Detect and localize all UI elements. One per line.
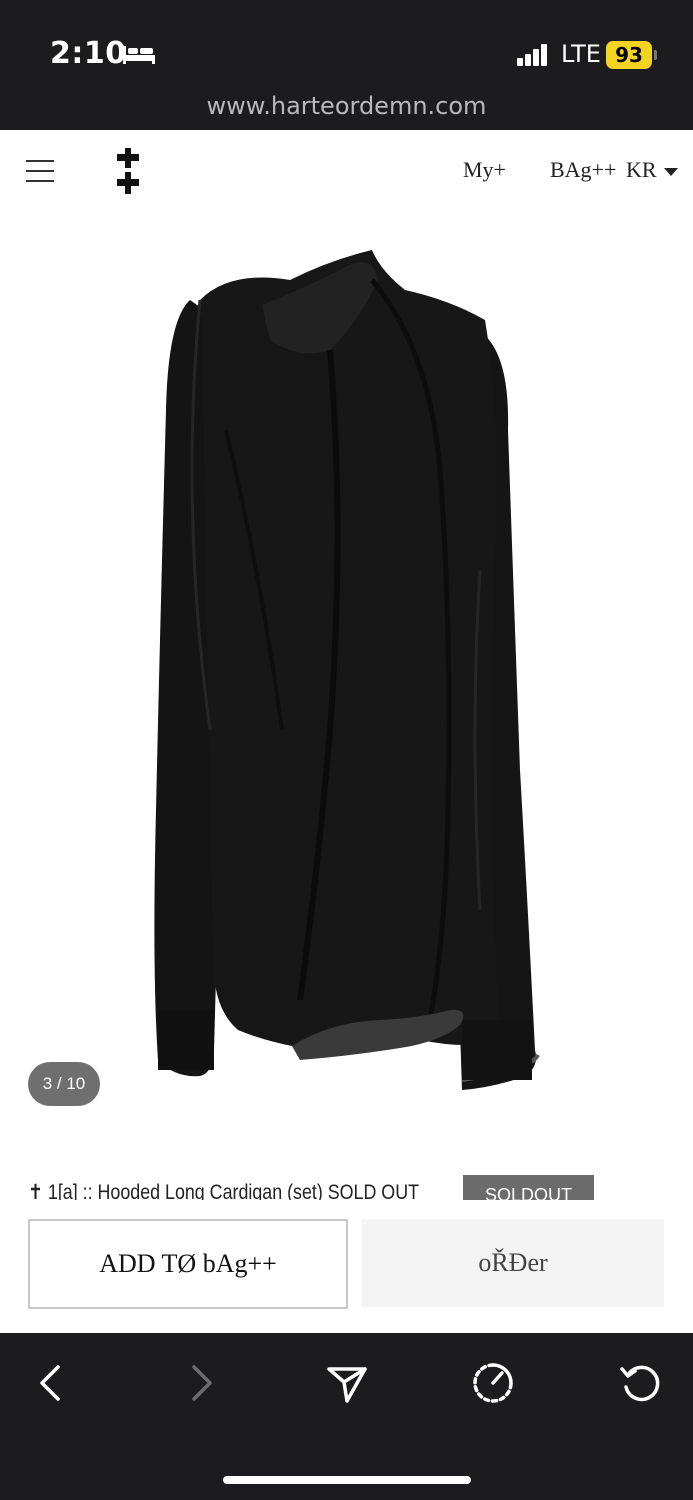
add-to-bag-button[interactable]: ADD TØ bAg++ (28, 1219, 348, 1309)
browser-toolbar (0, 1333, 693, 1500)
chevron-down-icon[interactable] (664, 168, 678, 176)
signal-icon (517, 44, 549, 66)
product-image[interactable] (0, 210, 693, 1120)
back-arrow-icon[interactable] (30, 1361, 74, 1405)
my-account-link[interactable]: My+ (463, 157, 506, 183)
purchase-actions: ADD TØ bAg++ oŘĐer (0, 1200, 693, 1333)
double-cross-logo[interactable] (115, 148, 141, 194)
network-type: LTE (561, 40, 601, 68)
battery-indicator: 93 (606, 41, 652, 69)
status-time: 2:10 (50, 36, 127, 71)
browser-chrome-top: 2:10 LTE 93 www.harteordemn.com (0, 0, 693, 130)
reload-icon[interactable] (618, 1361, 662, 1405)
product-title-row: ✝ 1[a] :: Hooded Long Cardigan (set) SOL… (0, 1170, 693, 1200)
home-indicator[interactable] (223, 1476, 471, 1484)
image-counter: 3 / 10 (28, 1062, 100, 1106)
url-bar[interactable]: www.harteordemn.com (0, 92, 693, 120)
speedometer-icon[interactable] (471, 1361, 515, 1405)
send-icon[interactable] (325, 1361, 369, 1405)
battery-nub (654, 50, 657, 60)
order-button[interactable]: oŘĐer (362, 1219, 664, 1307)
bed-icon (123, 46, 155, 64)
site-header: My+ BAg++ KR (0, 130, 693, 210)
bag-link[interactable]: BAg++ (550, 157, 616, 183)
hamburger-icon[interactable] (26, 160, 54, 182)
forward-arrow-icon[interactable] (178, 1361, 222, 1405)
currency-selector[interactable]: KR (626, 157, 657, 183)
soldout-badge: SOLDOUT (463, 1175, 594, 1200)
product-title: ✝ 1[a] :: Hooded Long Cardigan (set) SOL… (28, 1181, 419, 1200)
